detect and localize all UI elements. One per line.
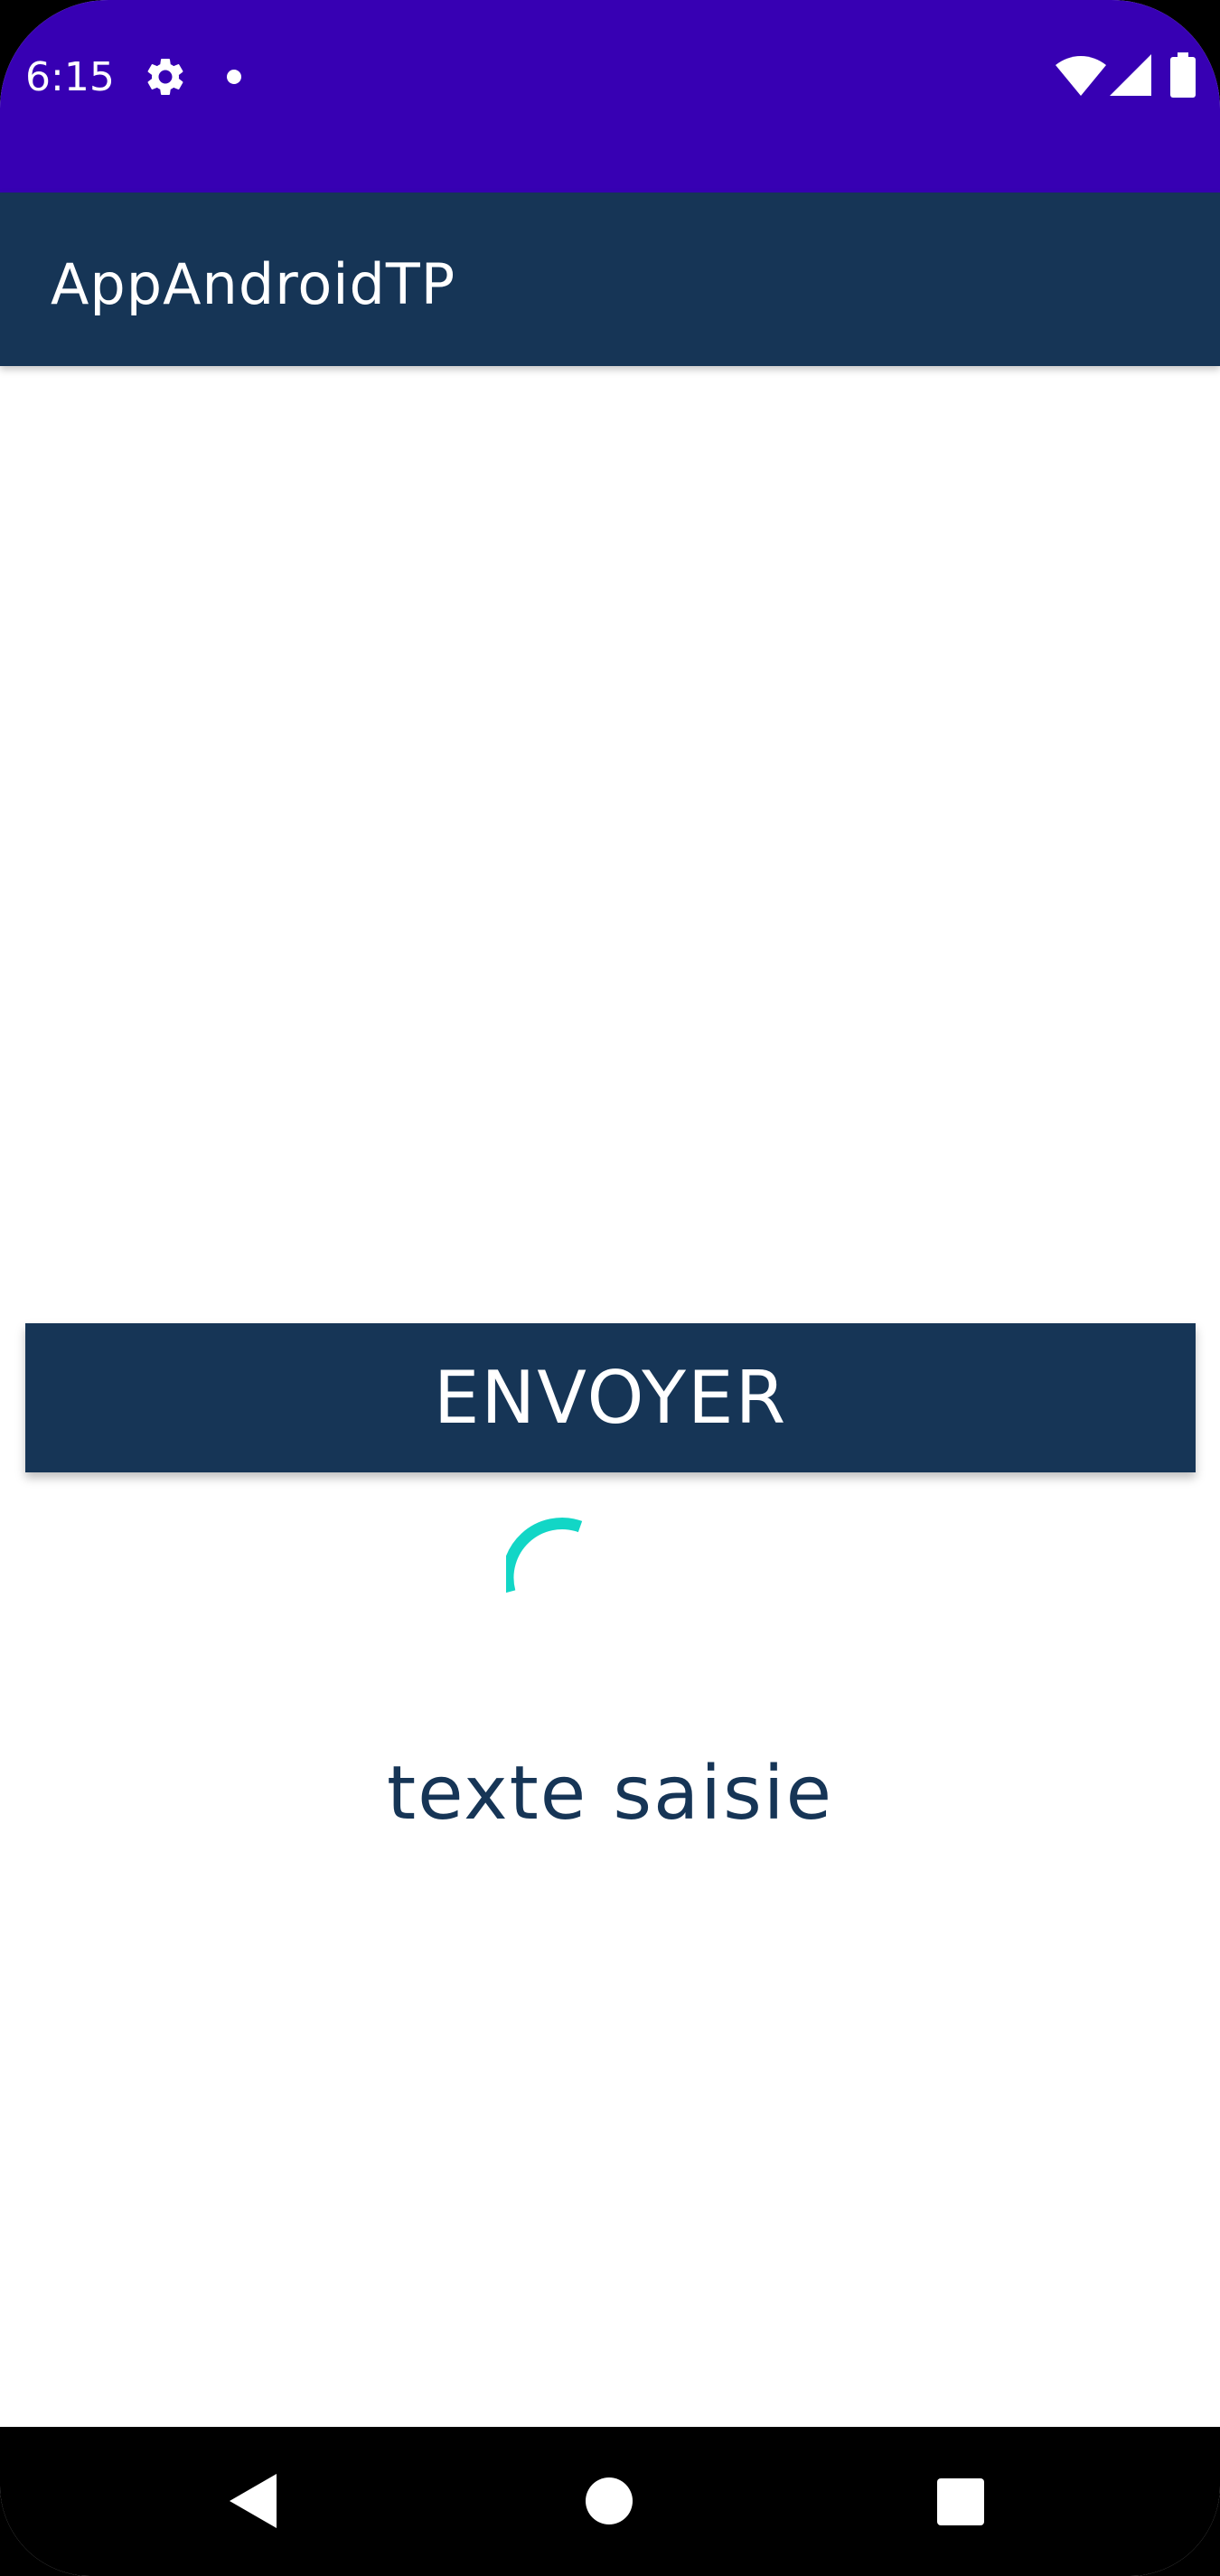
app-title: AppAndroidTP xyxy=(51,251,456,317)
navigation-bar xyxy=(0,2427,1220,2576)
status-time: 6:15 xyxy=(25,54,115,100)
loading-spinner-icon xyxy=(506,1518,583,1594)
notification-dot-icon xyxy=(227,70,241,84)
gear-icon xyxy=(147,59,183,95)
result-text: texte saisie xyxy=(386,1751,834,1837)
signal-icon xyxy=(1110,54,1151,96)
battery-icon xyxy=(1170,52,1196,98)
app-toolbar: AppAndroidTP xyxy=(0,193,1220,366)
send-button[interactable]: ENVOYER xyxy=(25,1323,1196,1472)
home-icon[interactable] xyxy=(586,2477,633,2524)
recents-icon[interactable] xyxy=(937,2478,984,2525)
wifi-icon xyxy=(1056,56,1106,96)
phone-screen: 6:15 AppAndroidTP ENVOYER texte saisie xyxy=(0,0,1220,2576)
main-content: ENVOYER texte saisie xyxy=(0,366,1220,2427)
status-bar: 6:15 xyxy=(0,0,1220,193)
back-icon[interactable] xyxy=(230,2474,277,2528)
